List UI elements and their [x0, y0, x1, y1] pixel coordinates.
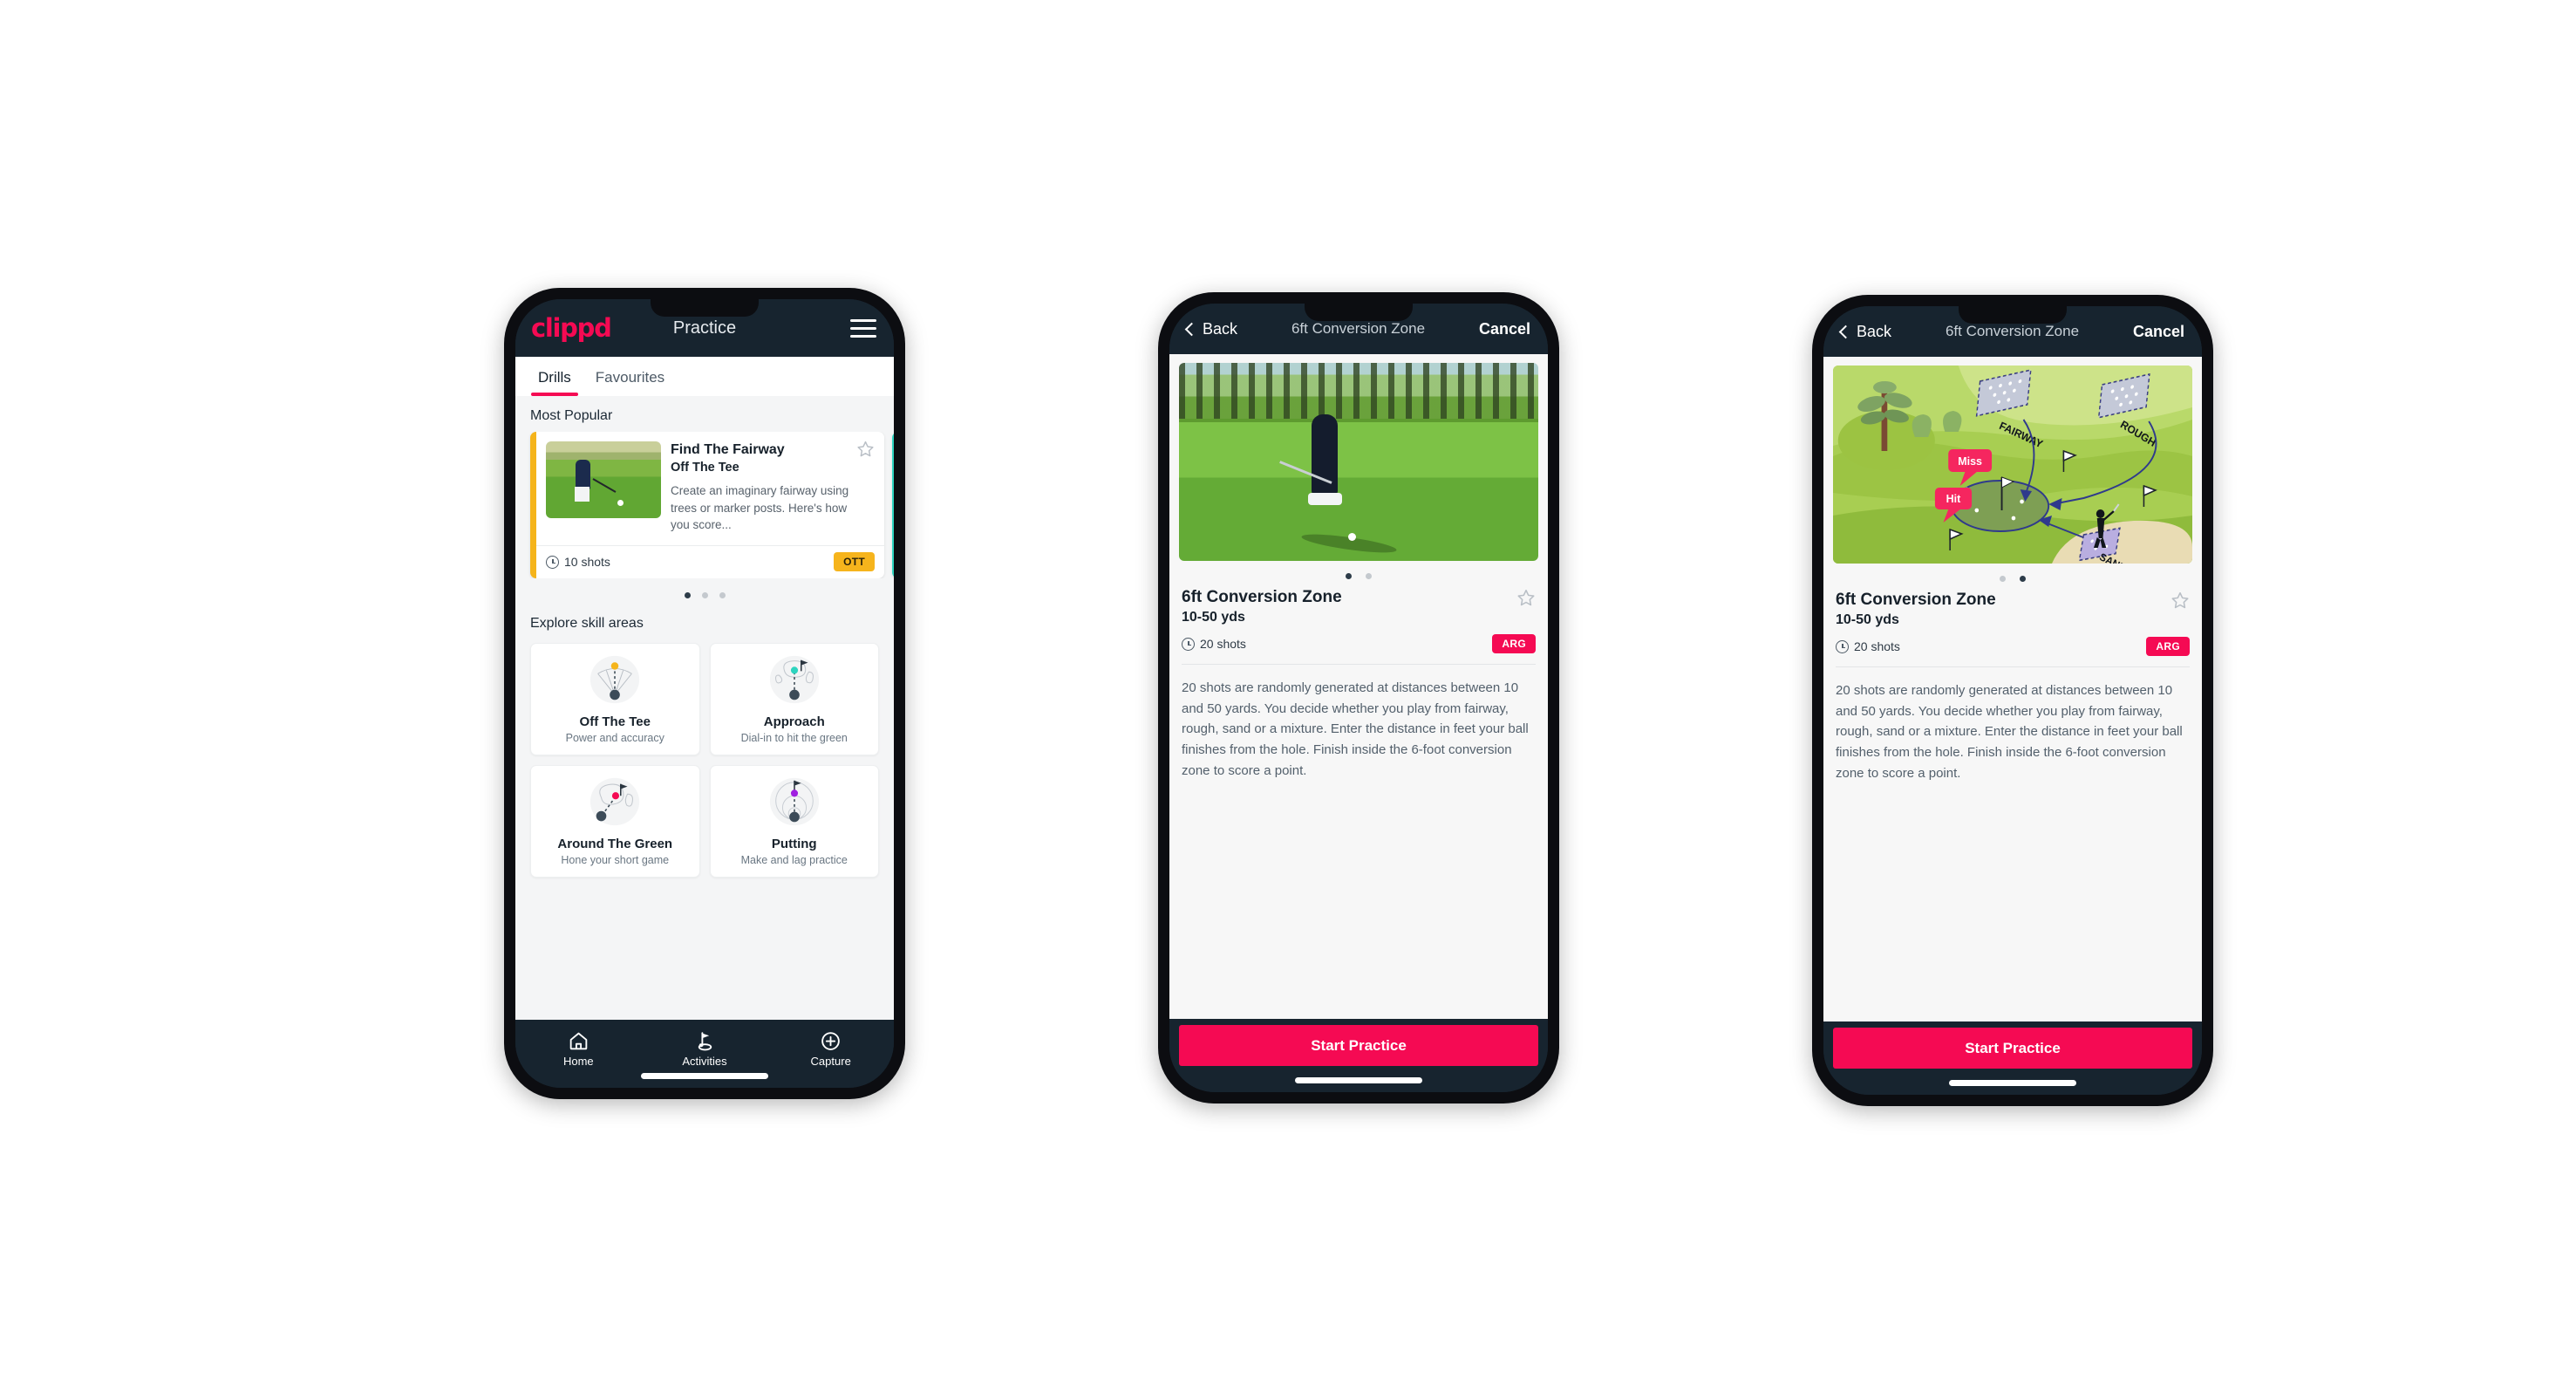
drill-description: Create an imaginary fairway using trees …	[671, 484, 849, 532]
svg-text:Miss: Miss	[1958, 454, 1982, 468]
drill-title: Find The Fairway	[671, 442, 785, 457]
media-dots	[1823, 564, 2202, 591]
drill-thumbnail	[546, 441, 661, 518]
back-button[interactable]: Back	[1838, 322, 1892, 341]
home-icon	[515, 1029, 642, 1052]
screenshot-stage: clippd Practice Drills Favourites Most P…	[0, 0, 2576, 1387]
drill-title: 6ft Conversion Zone	[1836, 591, 1996, 609]
back-label: Back	[1857, 322, 1892, 340]
drill-title: 6ft Conversion Zone	[1182, 588, 1342, 606]
drill-distance: 10-50 yds	[1836, 612, 1899, 627]
hamburger-menu-icon[interactable]	[850, 318, 876, 338]
media-dot[interactable]	[1346, 573, 1352, 579]
section-title-skill-areas: Explore skill areas	[530, 615, 644, 631]
status-badge: ARG	[2146, 637, 2190, 656]
drill-media-diagram[interactable]: FAIRWAY ROUGH SAND Miss Hit	[1833, 366, 2192, 564]
carousel-dots	[515, 578, 894, 604]
skill-card-approach[interactable]: Approach Dial-in to hit the green	[709, 642, 879, 755]
green-approach-icon	[760, 653, 828, 707]
status-badge: OTT	[834, 552, 875, 572]
phone-drill-detail-photo: Back 6ft Conversion Zone Cancel 6ft Conv…	[1158, 292, 1559, 1103]
drill-distance: 10-50 yds	[1182, 610, 1245, 625]
media-dot[interactable]	[2020, 576, 2026, 582]
drill-shots-label: 20 shots	[1854, 639, 1900, 653]
tab-bar: Drills Favourites	[515, 357, 894, 396]
nav-label: Home	[562, 1055, 594, 1068]
back-label: Back	[1203, 319, 1238, 338]
drill-shots: 20 shots	[1836, 639, 1900, 653]
drill-shots: 20 shots	[1182, 637, 1246, 651]
media-dots	[1169, 561, 1548, 588]
skill-subtitle: Make and lag practice	[740, 853, 848, 866]
phone-practice-list: clippd Practice Drills Favourites Most P…	[504, 288, 905, 1099]
nav-item-activities[interactable]: Activities	[642, 1029, 768, 1068]
nav-label: Capture	[810, 1055, 851, 1068]
drill-shots-label: 20 shots	[1200, 637, 1246, 651]
drill-description: 20 shots are randomly generated at dista…	[1182, 680, 1529, 778]
skill-name: Around The Green	[557, 836, 673, 851]
cancel-button[interactable]: Cancel	[1479, 320, 1530, 338]
clippd-logo: clippd	[531, 312, 612, 343]
skill-card-around-the-green[interactable]: Around The Green Hone your short game	[530, 764, 700, 878]
skill-name: Putting	[771, 836, 817, 851]
skill-subtitle: Dial-in to hit the green	[740, 731, 848, 744]
skill-card-putting[interactable]: Putting Make and lag practice	[709, 764, 879, 878]
clock-icon	[546, 555, 559, 569]
home-indicator	[1295, 1077, 1422, 1083]
carousel-dot[interactable]	[701, 591, 708, 598]
section-title-most-popular: Most Popular	[530, 408, 613, 423]
media-dot[interactable]	[2000, 576, 2006, 582]
skill-subtitle: Power and accuracy	[565, 731, 664, 744]
skill-name: Off The Tee	[579, 714, 651, 729]
carousel-dot[interactable]	[684, 591, 691, 598]
start-practice-button[interactable]: Start Practice	[1833, 1028, 2192, 1069]
cancel-button[interactable]: Cancel	[2133, 323, 2184, 341]
nav-label: Activities	[682, 1055, 727, 1068]
star-outline-icon[interactable]	[2171, 591, 2190, 610]
nav-item-capture[interactable]: Capture	[767, 1029, 894, 1068]
skill-subtitle: Hone your short game	[561, 853, 670, 866]
drill-card[interactable]: Find The Fairway Off The Tee Create an i…	[530, 432, 884, 578]
tee-fan-icon	[581, 653, 649, 707]
drill-media-photo[interactable]	[1179, 363, 1538, 561]
drill-card-next-peek[interactable]	[892, 432, 894, 578]
skill-name: Approach	[763, 714, 825, 729]
carousel-dot[interactable]	[719, 591, 726, 598]
drill-carousel[interactable]: Find The Fairway Off The Tee Create an i…	[515, 432, 894, 578]
tab-favourites[interactable]: Favourites	[583, 357, 677, 396]
page-title: 6ft Conversion Zone	[1945, 323, 2080, 339]
tab-drills[interactable]: Drills	[526, 357, 583, 396]
device-notch	[1305, 304, 1413, 321]
page-title: 6ft Conversion Zone	[1291, 320, 1426, 337]
drill-shots: 10 shots	[546, 555, 610, 569]
home-indicator	[1949, 1080, 2076, 1086]
skill-grid: Off The Tee Power and accuracy Approach …	[515, 639, 894, 878]
chevron-left-icon	[1184, 322, 1199, 336]
drill-category: Off The Tee	[671, 461, 739, 475]
clock-icon	[1182, 637, 1195, 651]
plus-circle-icon	[767, 1029, 894, 1052]
content-scroll[interactable]: Most Popular Find The Fairway Off The Te…	[515, 396, 894, 1020]
back-button[interactable]: Back	[1184, 319, 1238, 338]
skill-card-off-the-tee[interactable]: Off The Tee Power and accuracy	[530, 642, 700, 755]
star-outline-icon[interactable]	[856, 440, 875, 458]
drill-description: 20 shots are randomly generated at dista…	[1836, 683, 2183, 781]
putting-rings-icon	[760, 775, 828, 830]
status-badge: ARG	[1492, 634, 1536, 653]
chevron-left-icon	[1838, 325, 1853, 338]
clock-icon	[1836, 639, 1849, 653]
phone-drill-detail-diagram: Back 6ft Conversion Zone Cancel FAIRWAY …	[1812, 295, 2213, 1106]
device-notch	[651, 299, 759, 317]
drill-shots-label: 10 shots	[564, 555, 610, 570]
media-dot[interactable]	[1366, 573, 1372, 579]
star-outline-icon[interactable]	[1516, 588, 1536, 607]
start-practice-button[interactable]: Start Practice	[1179, 1025, 1538, 1066]
nav-item-home[interactable]: Home	[515, 1029, 642, 1068]
device-notch	[1959, 306, 2067, 324]
home-indicator	[641, 1073, 768, 1079]
chip-green-icon	[581, 775, 649, 830]
svg-text:Hit: Hit	[1946, 492, 1961, 505]
golf-flag-icon	[642, 1029, 768, 1052]
